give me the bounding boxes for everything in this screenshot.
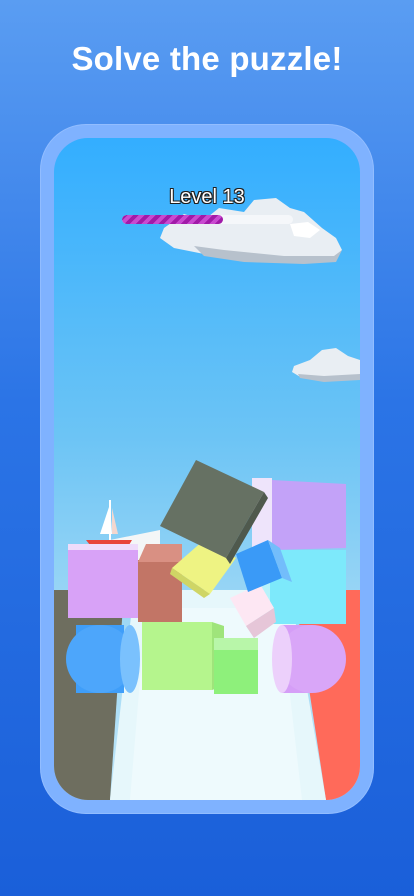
lavender-cube bbox=[68, 544, 138, 618]
cloud-small bbox=[292, 348, 360, 382]
level-label: Level 13 bbox=[169, 186, 245, 208]
phone-frame: Level 13 bbox=[40, 124, 374, 814]
left-ground bbox=[54, 590, 72, 800]
game-scene[interactable] bbox=[54, 138, 360, 800]
level-progress-bar bbox=[122, 215, 293, 224]
purple-cylinder bbox=[272, 625, 346, 693]
blue-cylinder bbox=[66, 625, 140, 693]
boat bbox=[86, 500, 132, 550]
headline-text: Solve the puzzle! bbox=[71, 40, 343, 77]
level-progress-fill bbox=[122, 215, 223, 224]
game-screen[interactable]: Level 13 bbox=[54, 138, 360, 800]
green-cube-small bbox=[214, 638, 258, 694]
green-cube-large bbox=[142, 622, 224, 690]
brown-cube bbox=[138, 544, 182, 622]
